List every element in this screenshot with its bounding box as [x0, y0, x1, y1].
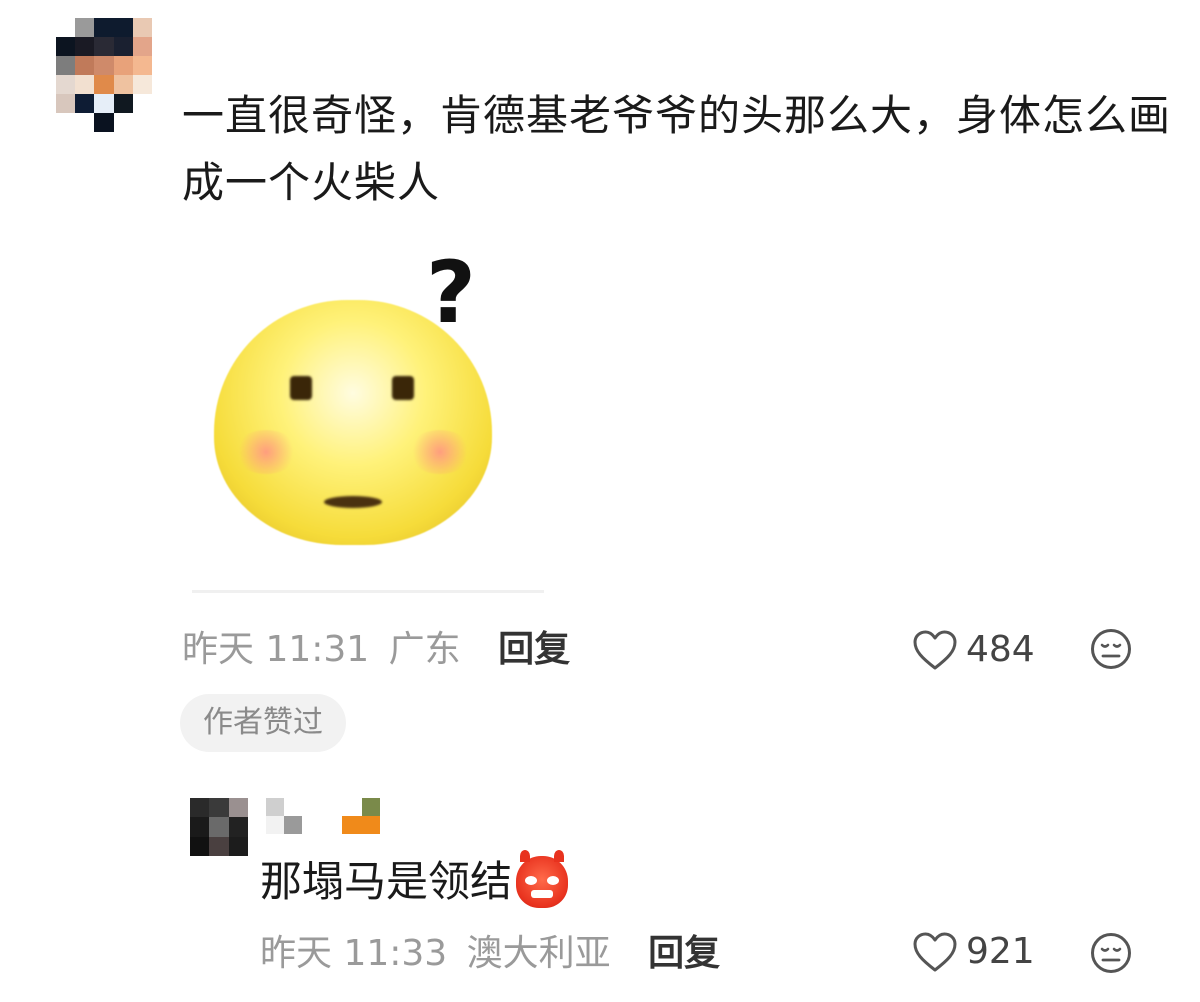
meh-face-icon[interactable] [1090, 628, 1132, 670]
reply-location: 澳大利亚 [466, 933, 611, 974]
reply-reply-button[interactable]: 回复 [648, 933, 720, 974]
heart-outline-icon [913, 630, 957, 670]
reply-text: 那塌马是领结 [260, 857, 513, 906]
angry-devil-emoji [516, 850, 569, 908]
reply-meta: 昨天 11:33 澳大利亚 回复 [260, 932, 720, 976]
comment-meta: 昨天 11:31 广东 回复 [182, 628, 570, 672]
reply-button[interactable]: 回复 [498, 629, 570, 670]
like-count: 484 [966, 629, 1035, 670]
reply-time: 昨天 11:33 [260, 933, 448, 974]
meh-face-icon[interactable] [1090, 932, 1132, 974]
image-divider [192, 590, 544, 593]
comment-time: 昨天 11:31 [182, 629, 370, 670]
heart-outline-icon [913, 932, 957, 972]
reply-text-row: 那塌马是领结 [260, 850, 569, 912]
comment-image[interactable]: ? [190, 240, 550, 595]
reply-like-button[interactable]: 921 [912, 930, 1035, 974]
author-liked-badge: 作者赞过 [180, 694, 346, 752]
reply-avatar[interactable] [190, 798, 248, 856]
like-button[interactable]: 484 [912, 628, 1035, 672]
reply-username[interactable] [266, 798, 386, 838]
comment-text: 一直很奇怪，肯德基老爷爷的头那么大，身体怎么画成一个火柴人 [182, 91, 1172, 207]
question-mark: ? [426, 243, 476, 343]
avatar[interactable] [56, 18, 152, 132]
comment-location: 广东 [388, 629, 461, 670]
reply-like-count: 921 [966, 931, 1035, 972]
